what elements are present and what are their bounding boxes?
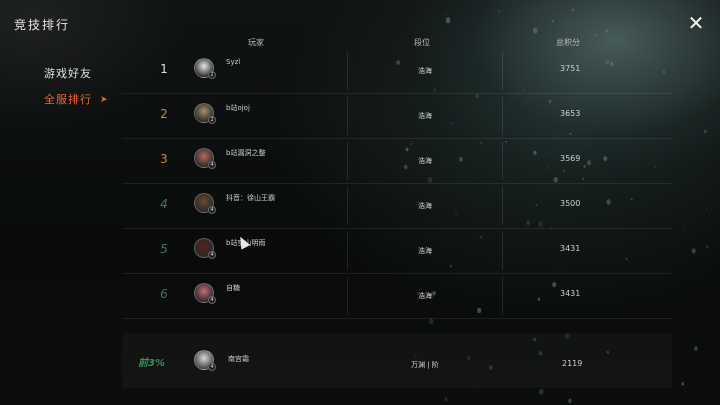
level-badge: 4 (208, 363, 216, 371)
total-score: 3569 (560, 154, 581, 163)
self-ranking-row: 前3% 4 南宫霜 万渊 | 阶 2119 (122, 333, 672, 388)
player-name: b站漏洞之整 (226, 149, 266, 157)
sidebar-item-label: 游戏好友 (44, 67, 92, 80)
column-header-tier: 段位 (414, 38, 430, 47)
tier-label: 浩海 (418, 247, 432, 255)
total-score: 3751 (560, 64, 581, 73)
rank-number: 5 (160, 242, 168, 256)
tier-label: 浩海 (418, 112, 432, 120)
column-divider (347, 232, 348, 270)
total-score: 3431 (560, 289, 581, 298)
table-row[interactable]: 6 4 自糖浩海 3431 (122, 274, 672, 319)
tier-label: 万渊 | 阶 (411, 361, 439, 369)
total-score: 2119 (562, 359, 583, 368)
total-score: 3653 (560, 109, 581, 118)
tier-label: 浩海 (418, 157, 432, 165)
rank-number: 6 (160, 287, 168, 301)
player-name: 自糖 (226, 284, 240, 292)
avatar[interactable]: 2 (194, 103, 216, 124)
rank-number: 4 (160, 197, 168, 211)
rank-number: 3 (160, 152, 168, 166)
column-divider (502, 52, 503, 90)
column-header-score: 总积分 (556, 38, 580, 47)
column-divider (502, 187, 503, 225)
sidebar-item-friends[interactable]: 游戏好友 (44, 63, 109, 85)
percentile-text: 前3% (138, 358, 165, 369)
total-score: 3431 (560, 244, 581, 253)
sidebar-item-global-ranking[interactable]: 全服排行 ➤ (44, 89, 109, 111)
close-icon[interactable]: ✕ (686, 13, 706, 34)
page-title: 竞技排行 (14, 18, 71, 32)
level-badge: 2 (208, 116, 216, 124)
column-divider (502, 97, 503, 135)
table-row[interactable]: 4 4 抖音：徐山王霸浩海 3500 (122, 184, 672, 229)
column-divider (502, 142, 503, 180)
total-score: 3500 (560, 199, 581, 208)
sidebar: 游戏好友 全服排行 ➤ (44, 63, 109, 111)
column-divider (347, 142, 348, 180)
tier-label: 浩海 (418, 292, 432, 300)
level-badge: 2 (208, 71, 216, 79)
tier-label: 浩海 (418, 67, 432, 75)
column-divider (347, 187, 348, 225)
avatar[interactable]: 4 (194, 193, 216, 214)
table-row[interactable]: 2 2 b站ojoj 浩海 3653 (122, 94, 672, 139)
column-divider (347, 52, 348, 90)
avatar[interactable]: 2 (194, 58, 216, 79)
column-divider (347, 277, 348, 315)
sidebar-item-label: 全服排行 (44, 93, 92, 106)
table-row[interactable]: 1 2 Syzl 浩海 3751 (122, 49, 672, 94)
avatar[interactable]: 4 (194, 350, 216, 371)
avatar[interactable]: 4 (194, 148, 216, 169)
tier-label: 浩海 (418, 202, 432, 210)
rank-number: 2 (160, 107, 168, 121)
table-row[interactable]: 5 4 b站空山明雨 浩海 3431 (122, 229, 672, 274)
level-badge: 4 (208, 296, 216, 304)
level-badge: 4 (208, 161, 216, 169)
column-divider (502, 232, 503, 270)
column-divider (347, 97, 348, 135)
player-name: b站ojoj (226, 104, 250, 112)
level-badge: 4 (208, 251, 216, 259)
player-name: 抖音：徐山王霸 (226, 194, 275, 202)
level-badge: 4 (208, 206, 216, 214)
player-name: 南宫霜 (228, 355, 249, 363)
table-row[interactable]: 3 4 b站漏洞之整浩海 3569 (122, 139, 672, 184)
avatar[interactable]: 4 (194, 238, 216, 259)
rank-number: 1 (160, 62, 168, 76)
avatar[interactable]: 4 (194, 283, 216, 304)
player-name: Syzl (226, 58, 241, 66)
column-divider (502, 277, 503, 315)
column-header-player: 玩家 (248, 38, 264, 47)
chevron-right-icon: ➤ (100, 95, 109, 105)
